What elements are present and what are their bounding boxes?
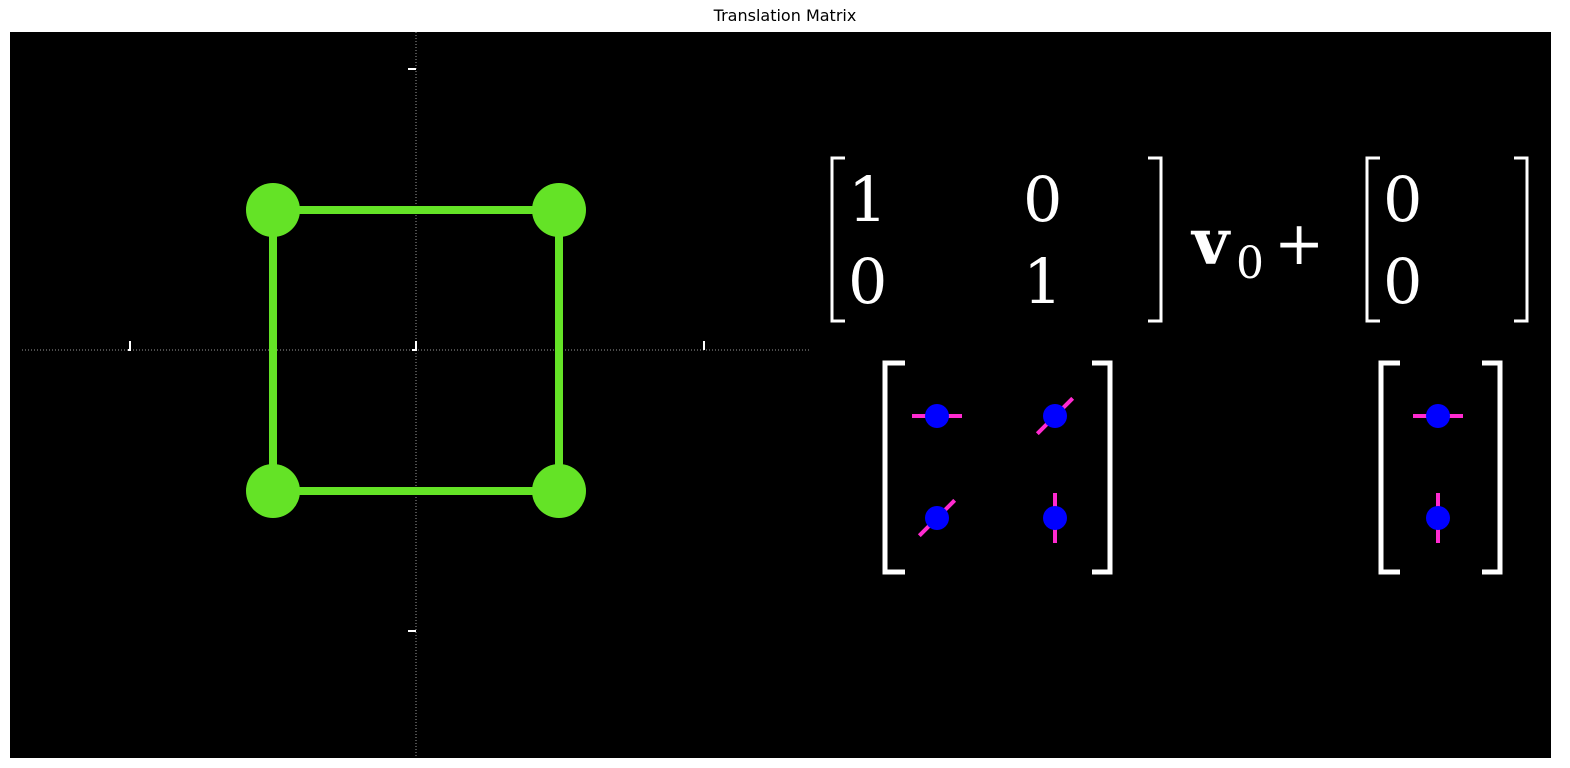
- knob-m01-handle[interactable]: [1043, 404, 1067, 428]
- controls-left-bracket: [882, 360, 905, 575]
- matrix-knob-grid: [912, 396, 1075, 543]
- knob-m10-handle[interactable]: [925, 506, 949, 530]
- translation-entry-0: 0: [1383, 163, 1422, 236]
- translation-controls-right-bracket: [1482, 360, 1503, 575]
- vertex-top-right[interactable]: [532, 183, 586, 237]
- translation-controls: [1378, 360, 1503, 575]
- plus-operator: +: [1274, 209, 1324, 279]
- knob-t0-handle[interactable]: [1426, 404, 1450, 428]
- knob-m11[interactable]: [1043, 493, 1067, 543]
- translation-controls-left-bracket: [1378, 360, 1400, 575]
- knob-t1-handle[interactable]: [1426, 506, 1450, 530]
- matrix-right-bracket: [1148, 156, 1163, 323]
- matrix-entry-01: 0: [1023, 163, 1062, 236]
- x-tick-left: [128, 341, 131, 351]
- figure-title: Translation Matrix: [713, 6, 857, 25]
- x-tick-origin: [412, 341, 417, 351]
- knob-m00[interactable]: [912, 404, 962, 428]
- translation-knob-column: [1413, 404, 1463, 543]
- knob-m10[interactable]: [917, 498, 957, 538]
- translation-entry-1: 0: [1383, 245, 1422, 318]
- vertex-top-left[interactable]: [246, 183, 300, 237]
- vector-subscript: 0: [1236, 238, 1264, 289]
- matrix-controls: [882, 360, 1113, 575]
- equation: 1 0 0 1 v 0 + 0 0: [830, 156, 1529, 323]
- translation-right-bracket: [1514, 156, 1529, 323]
- canvas-panel: 1 0 0 1 v 0 + 0 0: [10, 32, 1551, 758]
- controls-right-bracket: [1092, 360, 1113, 575]
- matrix-entry-10: 0: [848, 245, 887, 318]
- vector-symbol: v: [1190, 205, 1231, 280]
- vertex-bottom-right[interactable]: [532, 464, 586, 518]
- knob-t1[interactable]: [1426, 493, 1450, 543]
- scene-svg: 1 0 0 1 v 0 + 0 0: [22, 32, 1529, 758]
- matrix-left-bracket: [830, 156, 845, 323]
- knob-m11-handle[interactable]: [1043, 506, 1067, 530]
- knob-m00-handle[interactable]: [925, 404, 949, 428]
- vertex-bottom-left[interactable]: [246, 464, 300, 518]
- matrix-entry-11: 1: [1023, 245, 1062, 318]
- knob-t0[interactable]: [1413, 404, 1463, 428]
- knob-m01[interactable]: [1035, 396, 1075, 436]
- translation-left-bracket: [1365, 156, 1380, 323]
- matrix-entry-00: 1: [848, 163, 887, 236]
